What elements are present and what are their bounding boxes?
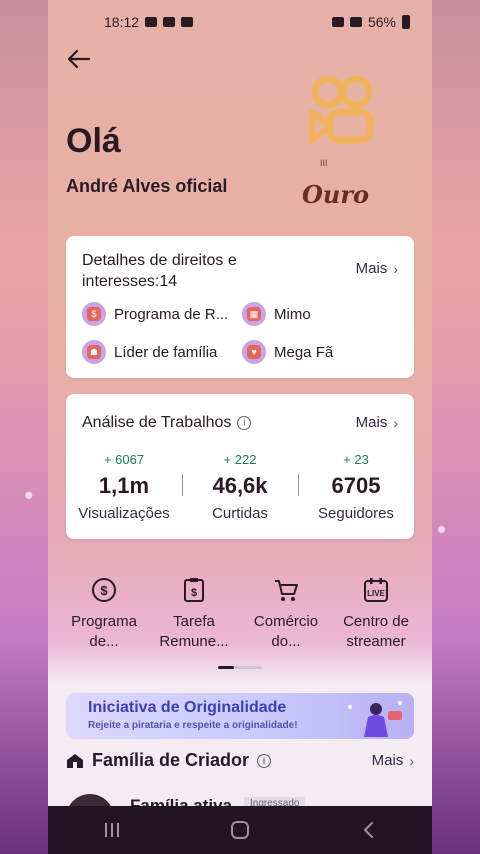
stat-likes[interactable]: + 222 46,6k Curtidas: [182, 452, 298, 522]
works-more-label: Mais: [355, 414, 388, 431]
perk-label: Programa de R...: [114, 305, 229, 323]
home-icon: [231, 821, 249, 839]
shortcut-paid-task[interactable]: $ Tarefa Remune...: [146, 576, 242, 652]
perk-program[interactable]: $ Programa de R...: [82, 302, 228, 326]
shortcuts-row: $ Programa de... $ Tarefa Remune... Comé…: [48, 576, 432, 656]
stat-views[interactable]: + 6067 1,1m Visualizações: [66, 452, 182, 522]
shortcut-label-1: Comércio: [253, 613, 319, 630]
page-indicator: [218, 666, 262, 669]
status-bar: 18:12 56%: [48, 0, 432, 44]
svg-text:LIVE: LIVE: [367, 589, 385, 598]
shortcut-label-2: do...: [271, 633, 301, 650]
works-more-link[interactable]: Mais ›: [356, 414, 398, 431]
shortcut-label-1: Centro de: [343, 613, 409, 630]
chevron-left-icon: [363, 822, 373, 838]
svg-text:$: $: [191, 587, 197, 599]
stat-delta: + 23: [343, 452, 369, 467]
badge-name: Ouro: [302, 180, 370, 209]
live-calendar-icon: LIVE: [362, 576, 390, 604]
notification-icon: [145, 17, 158, 27]
stat-delta: + 6067: [103, 452, 145, 467]
recent-apps-icon: [105, 823, 119, 837]
stat-label: Visualizações: [78, 505, 170, 522]
perk-gift[interactable]: ▦ Mimo: [242, 302, 311, 326]
task-money-icon: $: [180, 576, 208, 604]
username: André Alves oficial: [66, 176, 228, 196]
app-screen: 18:12 56% Olá André Alves oficial III Ou…: [48, 0, 432, 854]
kwai-gold-badge-logo: [309, 75, 374, 144]
chevron-right-icon: ›: [393, 414, 398, 431]
system-back-button[interactable]: [348, 815, 388, 845]
signal-icon: [349, 17, 362, 27]
shortcut-label-2: Remune...: [159, 633, 229, 650]
chevron-right-icon: ›: [409, 752, 414, 769]
home-button[interactable]: [220, 815, 260, 845]
rights-more-label: Mais: [355, 260, 388, 277]
battery-icon: [402, 15, 410, 29]
shortcut-label-1: Programa: [71, 613, 137, 630]
folder-icon: [163, 17, 176, 27]
banner-title: Iniciativa de Originalidade: [88, 699, 287, 716]
rights-title: Detalhes de direitos e interesses:14: [82, 252, 237, 290]
info-icon[interactable]: i: [237, 415, 252, 430]
family-more-link[interactable]: Mais ›: [372, 752, 414, 769]
arrow-left-icon: [67, 49, 91, 69]
works-title-row: Análise de Trabalhos i: [82, 412, 342, 433]
shortcut-commerce[interactable]: Comércio do...: [238, 576, 334, 652]
back-button[interactable]: [64, 44, 94, 74]
gift-icon: ▦: [242, 302, 266, 326]
shortcut-program[interactable]: $ Programa de...: [56, 576, 152, 652]
badge-level: III: [320, 158, 328, 168]
perk-mega-fan[interactable]: ♥ Mega Fã: [242, 340, 333, 364]
works-title: Análise de Trabalhos: [82, 414, 232, 431]
dollar-circle-icon: $: [90, 576, 118, 604]
stat-label: Curtidas: [212, 505, 268, 522]
status-time: 18:12: [104, 14, 140, 30]
chevron-right-icon: ›: [393, 260, 398, 277]
stat-delta: + 222: [223, 452, 257, 467]
dollar-icon: $: [82, 302, 106, 326]
shortcut-label-2: de...: [89, 633, 119, 650]
wifi-icon: [331, 17, 344, 27]
page-indicator-active: [218, 666, 234, 669]
works-analysis-card: Análise de Trabalhos i Mais › + 6067 1,1…: [66, 394, 414, 539]
creator-family-header: Família de Criador i Mais ›: [66, 748, 414, 776]
perk-family-leader[interactable]: ☗ Líder de família: [82, 340, 217, 364]
svg-text:$: $: [100, 583, 108, 598]
rights-more-link[interactable]: Mais ›: [356, 260, 398, 277]
perk-label: Mimo: [274, 305, 311, 323]
battery-text: 56%: [367, 14, 396, 30]
info-icon[interactable]: i: [257, 753, 272, 768]
gallery-icon: [181, 17, 194, 27]
perk-label: Mega Fã: [274, 343, 334, 361]
stat-label: Seguidores: [318, 505, 394, 522]
banner-subtitle: Rejeite a pirataria e respeite a origina…: [88, 720, 298, 731]
shortcut-streamer-center[interactable]: LIVE Centro de streamer: [328, 576, 424, 652]
stat-value: 1,1m: [98, 473, 150, 498]
perk-label: Líder de família: [114, 343, 218, 361]
family-icon: ☗: [82, 340, 106, 364]
greeting: Olá: [66, 122, 121, 160]
stat-value: 46,6k: [212, 473, 268, 498]
rights-card: Detalhes de direitos e interesses:14 Mai…: [66, 236, 414, 378]
shortcut-label-2: streamer: [346, 633, 406, 650]
family-more-label: Mais: [371, 752, 404, 769]
recent-apps-button[interactable]: [92, 815, 132, 845]
creator-illustration: [348, 701, 402, 737]
family-title: Família de Criador: [92, 750, 250, 770]
house-icon: [67, 753, 83, 768]
originality-banner[interactable]: Iniciativa de Originalidade Rejeite a pi…: [66, 693, 414, 739]
cart-icon: [272, 576, 300, 604]
system-nav-bar: [48, 806, 432, 854]
shortcut-label-1: Tarefa: [173, 613, 215, 630]
stat-followers[interactable]: + 23 6705 Seguidores: [298, 452, 414, 522]
stat-value: 6705: [331, 473, 381, 498]
fan-icon: ♥: [242, 340, 266, 364]
